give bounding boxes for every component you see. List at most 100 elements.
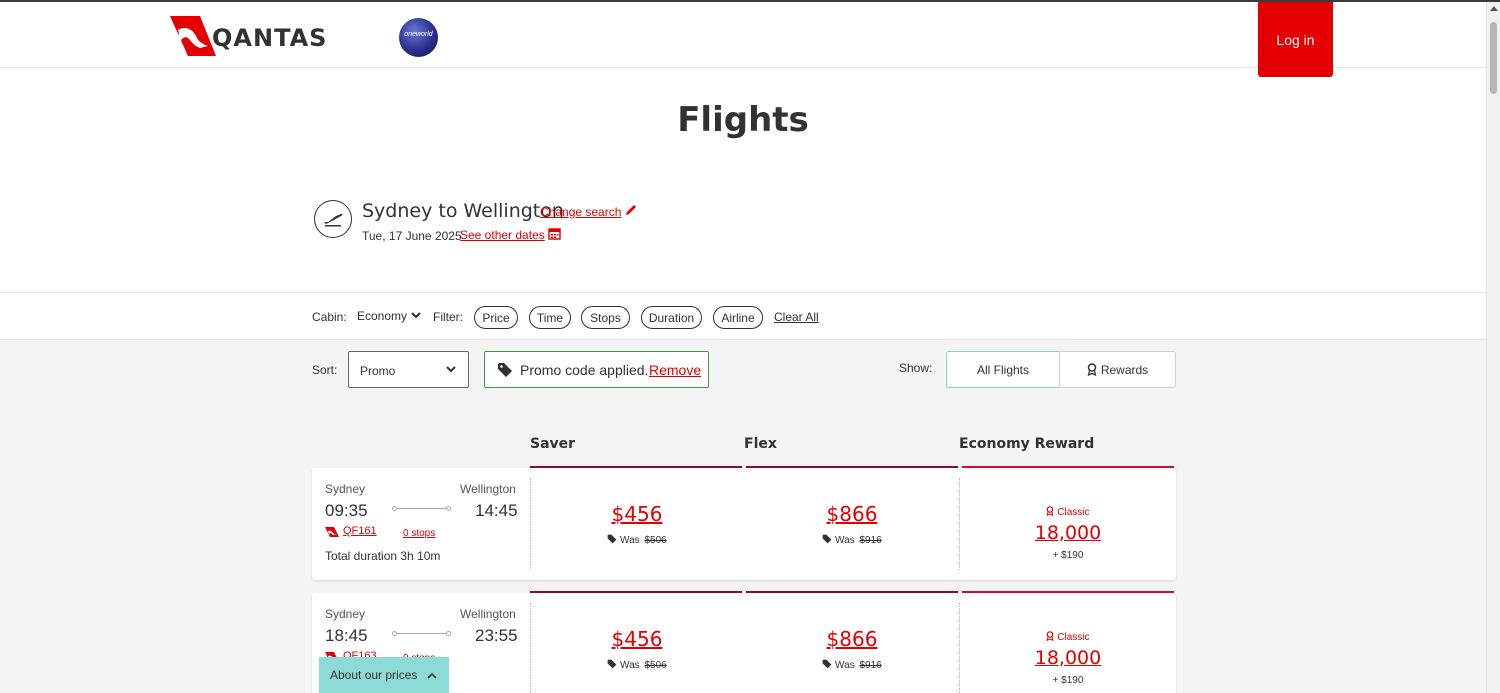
login-button[interactable]: Log in xyxy=(1258,2,1333,77)
saver-was-price: Was $506 xyxy=(531,534,743,546)
award-icon xyxy=(1047,506,1054,517)
about-our-prices-tab[interactable]: About our prices xyxy=(319,657,449,693)
departure-time: 09:35 xyxy=(325,501,368,520)
tag-icon xyxy=(822,534,832,544)
classic-reward-badge: Classic xyxy=(962,506,1174,518)
calendar-icon[interactable] xyxy=(548,227,561,240)
promo-applied-banner: Promo code applied. Remove xyxy=(484,351,709,388)
tag-icon xyxy=(498,363,512,377)
show-rewards-toggle[interactable]: Rewards xyxy=(1059,351,1176,388)
saver-fare-cell[interactable]: $456 Was $506 xyxy=(531,478,743,570)
scroll-thumb[interactable] xyxy=(1490,22,1497,94)
chevron-up-icon xyxy=(427,672,437,679)
column-header-flex: Flex xyxy=(744,436,777,452)
stops-link[interactable]: 0 stops xyxy=(403,528,435,539)
filter-pill-price[interactable]: Price xyxy=(474,306,518,329)
cabin-select[interactable]: Economy xyxy=(357,309,407,323)
tag-icon xyxy=(607,534,617,544)
flight-number-link[interactable]: QF161 xyxy=(343,525,377,537)
rewards-label: Rewards xyxy=(1100,362,1149,377)
was-amount: $916 xyxy=(859,535,882,546)
pencil-icon[interactable] xyxy=(624,203,638,217)
destination-city: Wellington xyxy=(460,482,516,496)
reward-points[interactable]: 18,000 xyxy=(962,647,1174,669)
change-search-link[interactable]: Change search xyxy=(540,205,621,219)
filter-label: Filter: xyxy=(433,310,463,324)
flex-was-price: Was $916 xyxy=(746,534,958,546)
filter-pill-airline[interactable]: Airline xyxy=(713,306,763,329)
filter-bar: Cabin: Economy Filter: Price Time Stops … xyxy=(0,292,1486,340)
saver-price[interactable]: $456 xyxy=(531,627,743,651)
show-all-flights-toggle[interactable]: All Flights xyxy=(946,351,1060,388)
promo-text: Promo code applied. xyxy=(520,362,649,378)
route-end-dot xyxy=(446,631,451,636)
reward-fare-cell[interactable]: Classic 18,000 + $190 xyxy=(962,603,1174,693)
was-amount: $506 xyxy=(644,660,667,671)
was-label: Was xyxy=(835,660,855,671)
qantas-tail-icon xyxy=(325,527,339,537)
fare-divider xyxy=(959,603,960,693)
saver-fare-cell[interactable]: $456 Was $506 xyxy=(531,603,743,693)
tag-icon xyxy=(607,659,617,669)
see-other-dates-link[interactable]: See other dates xyxy=(460,228,545,242)
classic-label: Classic xyxy=(1057,507,1090,518)
filter-pill-time[interactable]: Time xyxy=(529,306,571,329)
reward-taxes: + $190 xyxy=(1052,675,1084,686)
chevron-down-icon[interactable] xyxy=(411,312,421,319)
flex-fare-cell[interactable]: $866 Was $916 xyxy=(746,603,958,693)
reward-fare-cell[interactable]: Classic 18,000 + $190 xyxy=(962,478,1174,570)
flight-card[interactable]: Sydney Wellington 09:35 14:45 QF161 0 st… xyxy=(312,468,1176,580)
was-label: Was xyxy=(620,660,640,671)
destination-city: Wellington xyxy=(460,607,516,621)
filter-pill-stops[interactable]: Stops xyxy=(581,306,630,329)
filter-pill-duration[interactable]: Duration xyxy=(641,306,702,329)
was-label: Was xyxy=(620,535,640,546)
classic-reward-badge: Classic xyxy=(962,631,1174,643)
arrival-time: 23:55 xyxy=(475,626,518,645)
oneworld-logo: oneworld xyxy=(399,18,438,57)
site-header: QANTAS oneworld Log in xyxy=(0,2,1486,77)
route-line xyxy=(397,633,447,634)
brand-wordmark: QANTAS xyxy=(212,24,328,52)
column-header-economy-reward: Economy Reward xyxy=(959,436,1095,452)
total-duration: Total duration 3h 10m xyxy=(325,549,441,563)
column-header-saver: Saver xyxy=(530,436,576,452)
sort-select[interactable]: Promo xyxy=(348,351,469,388)
reward-taxes: + $190 xyxy=(1052,550,1084,561)
award-icon xyxy=(1047,631,1054,642)
page-scrollbar[interactable] xyxy=(1486,2,1500,693)
reward-points[interactable]: 18,000 xyxy=(962,522,1174,544)
origin-city: Sydney xyxy=(325,607,366,621)
route-line xyxy=(397,508,447,509)
tag-icon xyxy=(822,659,832,669)
saver-price[interactable]: $456 xyxy=(531,502,743,526)
show-label: Show: xyxy=(899,361,933,375)
fare-divider xyxy=(959,478,960,570)
classic-label: Classic xyxy=(1057,632,1090,643)
saver-was-price: Was $506 xyxy=(531,659,743,671)
oneworld-wordmark: oneworld xyxy=(404,31,433,38)
award-icon xyxy=(1087,363,1097,376)
chevron-down-icon xyxy=(446,366,456,373)
flex-price[interactable]: $866 xyxy=(746,502,958,526)
flex-was-price: Was $916 xyxy=(746,659,958,671)
sort-value: Promo xyxy=(360,364,396,378)
was-amount: $506 xyxy=(644,535,667,546)
route-end-dot xyxy=(446,506,451,511)
kangaroo-logo-icon xyxy=(170,16,216,56)
clear-all-link[interactable]: Clear All xyxy=(774,310,819,324)
flex-fare-cell[interactable]: $866 Was $916 xyxy=(746,478,958,570)
route-title: Sydney to Wellington xyxy=(362,200,564,222)
remove-promo-link[interactable]: Remove xyxy=(649,362,701,378)
cabin-label: Cabin: xyxy=(312,310,347,324)
flex-price[interactable]: $866 xyxy=(746,627,958,651)
was-label: Was xyxy=(835,535,855,546)
scroll-up-arrow-icon[interactable] xyxy=(1490,6,1498,11)
origin-city: Sydney xyxy=(325,482,366,496)
plane-takeoff-icon xyxy=(314,200,352,238)
was-amount: $916 xyxy=(859,660,882,671)
departure-time: 18:45 xyxy=(325,626,368,645)
qantas-logo[interactable]: QANTAS xyxy=(170,16,370,56)
arrival-time: 14:45 xyxy=(475,501,518,520)
about-our-prices-label: About our prices xyxy=(330,668,418,682)
